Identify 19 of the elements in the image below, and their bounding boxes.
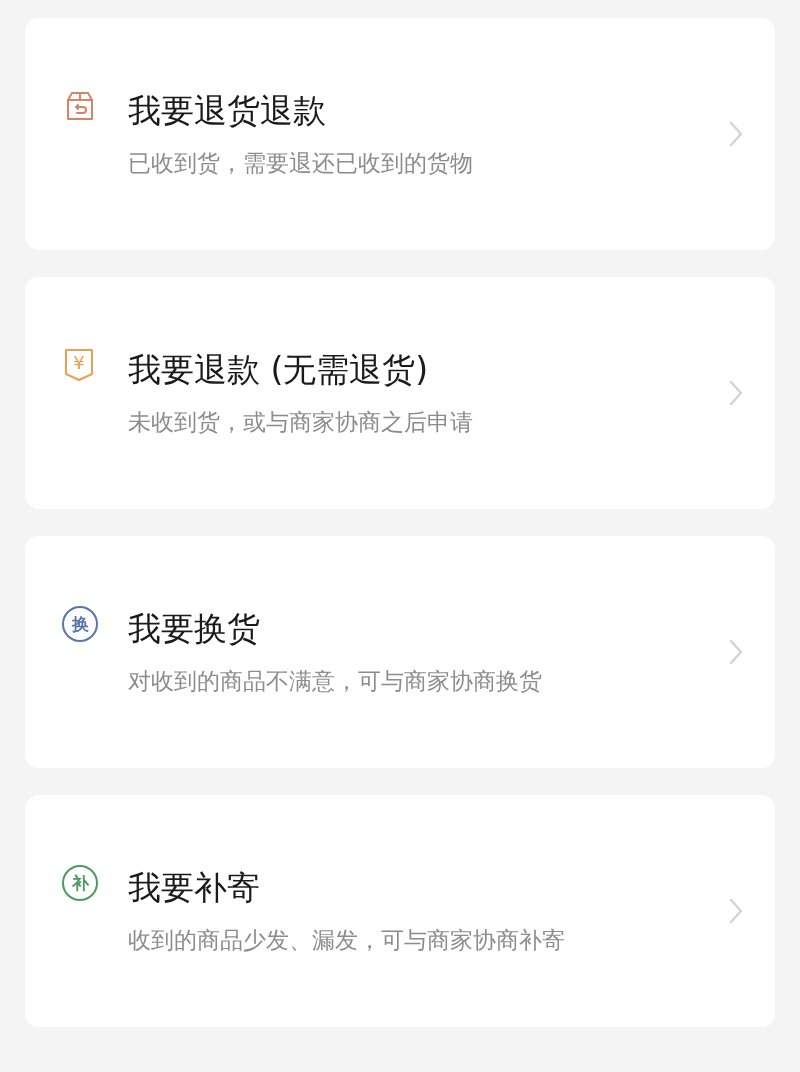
option-description: 未收到货，或与商家协商之后申请 xyxy=(128,408,474,437)
yuan-tag-icon: ¥ xyxy=(62,347,96,383)
option-card[interactable]: ¥ 我要退款 (无需退货) 未收到货，或与商家协商之后申请 xyxy=(25,277,775,509)
option-title: 我要换货 xyxy=(128,608,261,650)
circle-badge-icon: 补 xyxy=(62,865,98,901)
option-card[interactable]: 我要退货退款 已收到货，需要退还已收到的货物 xyxy=(25,18,775,250)
chevron-right-icon xyxy=(729,380,743,406)
option-description: 对收到的商品不满意，可与商家协商换货 xyxy=(128,667,543,696)
option-title: 我要退货退款 xyxy=(128,90,327,132)
option-card[interactable]: 换 我要换货 对收到的商品不满意，可与商家协商换货 xyxy=(25,536,775,768)
option-card[interactable]: 补 我要补寄 收到的商品少发、漏发，可与商家协商补寄 xyxy=(25,795,775,1027)
option-title: 我要补寄 xyxy=(128,867,261,909)
chevron-right-icon xyxy=(729,121,743,147)
chevron-right-icon xyxy=(729,639,743,665)
option-title: 我要退款 (无需退货) xyxy=(128,349,430,391)
circle-badge-icon: 换 xyxy=(62,606,98,642)
option-description: 已收到货，需要退还已收到的货物 xyxy=(128,149,474,178)
chevron-right-icon xyxy=(729,898,743,924)
option-description: 收到的商品少发、漏发，可与商家协商补寄 xyxy=(128,926,566,955)
